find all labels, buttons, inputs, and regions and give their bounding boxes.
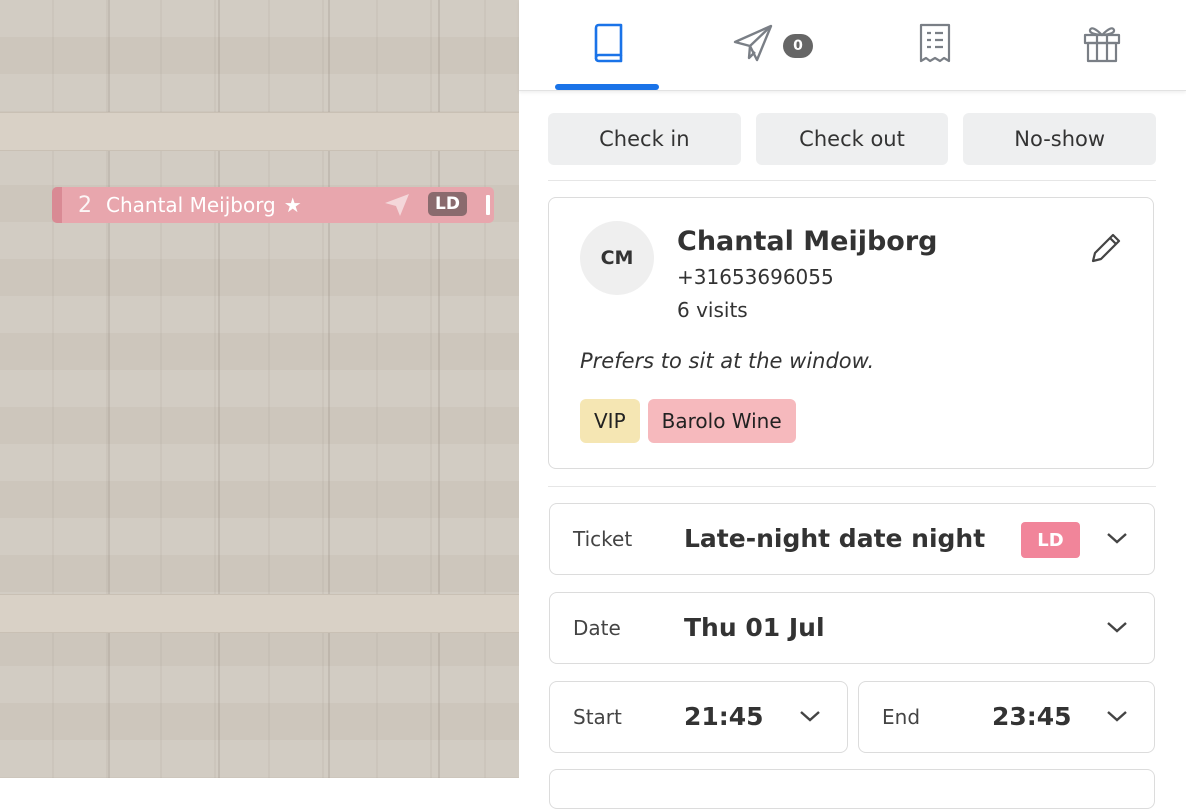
start-value: 21:45 (684, 702, 764, 731)
check-out-button[interactable]: Check out (755, 113, 949, 165)
chevron-down-icon (799, 708, 821, 727)
tab-gifts[interactable] (1052, 0, 1152, 90)
gift-icon (1082, 23, 1122, 67)
guest-name: Chantal Meijborg (677, 226, 938, 257)
guest-card[interactable]: CM Chantal Meijborg +31653696055 6 visit… (548, 197, 1154, 469)
ticket-badge: LD (1021, 522, 1080, 558)
tab-bill[interactable] (885, 0, 985, 90)
edit-pencil-icon[interactable] (1089, 231, 1123, 269)
tab-messages[interactable]: 0 (719, 0, 819, 90)
guest-tags: VIP Barolo Wine (580, 399, 796, 443)
chevron-down-icon (1106, 530, 1128, 549)
receipt-icon (918, 23, 952, 67)
book-icon (590, 23, 624, 67)
end-label: End (882, 705, 921, 729)
divider (548, 486, 1156, 487)
guest-visits: 6 visits (677, 298, 748, 322)
ticket-value: Late-night date night (684, 524, 986, 553)
guest-phone: +31653696055 (677, 265, 834, 289)
status-actions: Check in Check out No-show (548, 113, 1157, 165)
booking-ticket-badge: LD (428, 192, 467, 216)
ticket-label: Ticket (573, 527, 633, 551)
next-field[interactable] (549, 769, 1155, 809)
guest-note: Prefers to sit at the window. (580, 349, 875, 373)
tag-barolo-wine[interactable]: Barolo Wine (647, 399, 796, 443)
star-icon: ★ (283, 193, 302, 217)
message-count-badge: 0 (783, 34, 813, 58)
paper-plane-icon (384, 193, 410, 221)
check-in-button[interactable]: Check in (548, 113, 741, 165)
panel-tabs: 0 (519, 0, 1186, 91)
ticket-select[interactable]: Ticket Late-night date night LD (549, 503, 1155, 575)
end-value: 23:45 (992, 702, 1072, 731)
booking-party-size: 2 (78, 192, 92, 218)
booking-guest-name: Chantal Meijborg (106, 193, 276, 217)
chevron-down-icon (1106, 708, 1128, 727)
end-time-select[interactable]: End 23:45 (858, 681, 1155, 753)
divider (548, 180, 1156, 181)
paper-plane-icon (733, 24, 773, 66)
start-time-select[interactable]: Start 21:45 (549, 681, 848, 753)
tag-vip[interactable]: VIP (580, 399, 640, 443)
timeline-grid: 2 Chantal Meijborg ★ LD (0, 0, 519, 778)
booking-bar[interactable]: 2 Chantal Meijborg ★ LD (52, 187, 494, 223)
resize-handle[interactable] (486, 195, 490, 215)
timeline-band (0, 594, 519, 633)
date-label: Date (573, 616, 621, 640)
date-value: Thu 01 Jul (684, 613, 825, 642)
chevron-down-icon (1106, 619, 1128, 638)
timeline-band (0, 112, 519, 151)
tab-details[interactable] (555, 0, 659, 90)
booking-bar-handle[interactable] (52, 187, 62, 223)
booking-detail-panel: 0 Check in Check out No-show CM Chantal … (519, 0, 1186, 809)
avatar: CM (580, 221, 654, 295)
no-show-button[interactable]: No-show (963, 113, 1157, 165)
date-select[interactable]: Date Thu 01 Jul (549, 592, 1155, 664)
start-label: Start (573, 705, 622, 729)
